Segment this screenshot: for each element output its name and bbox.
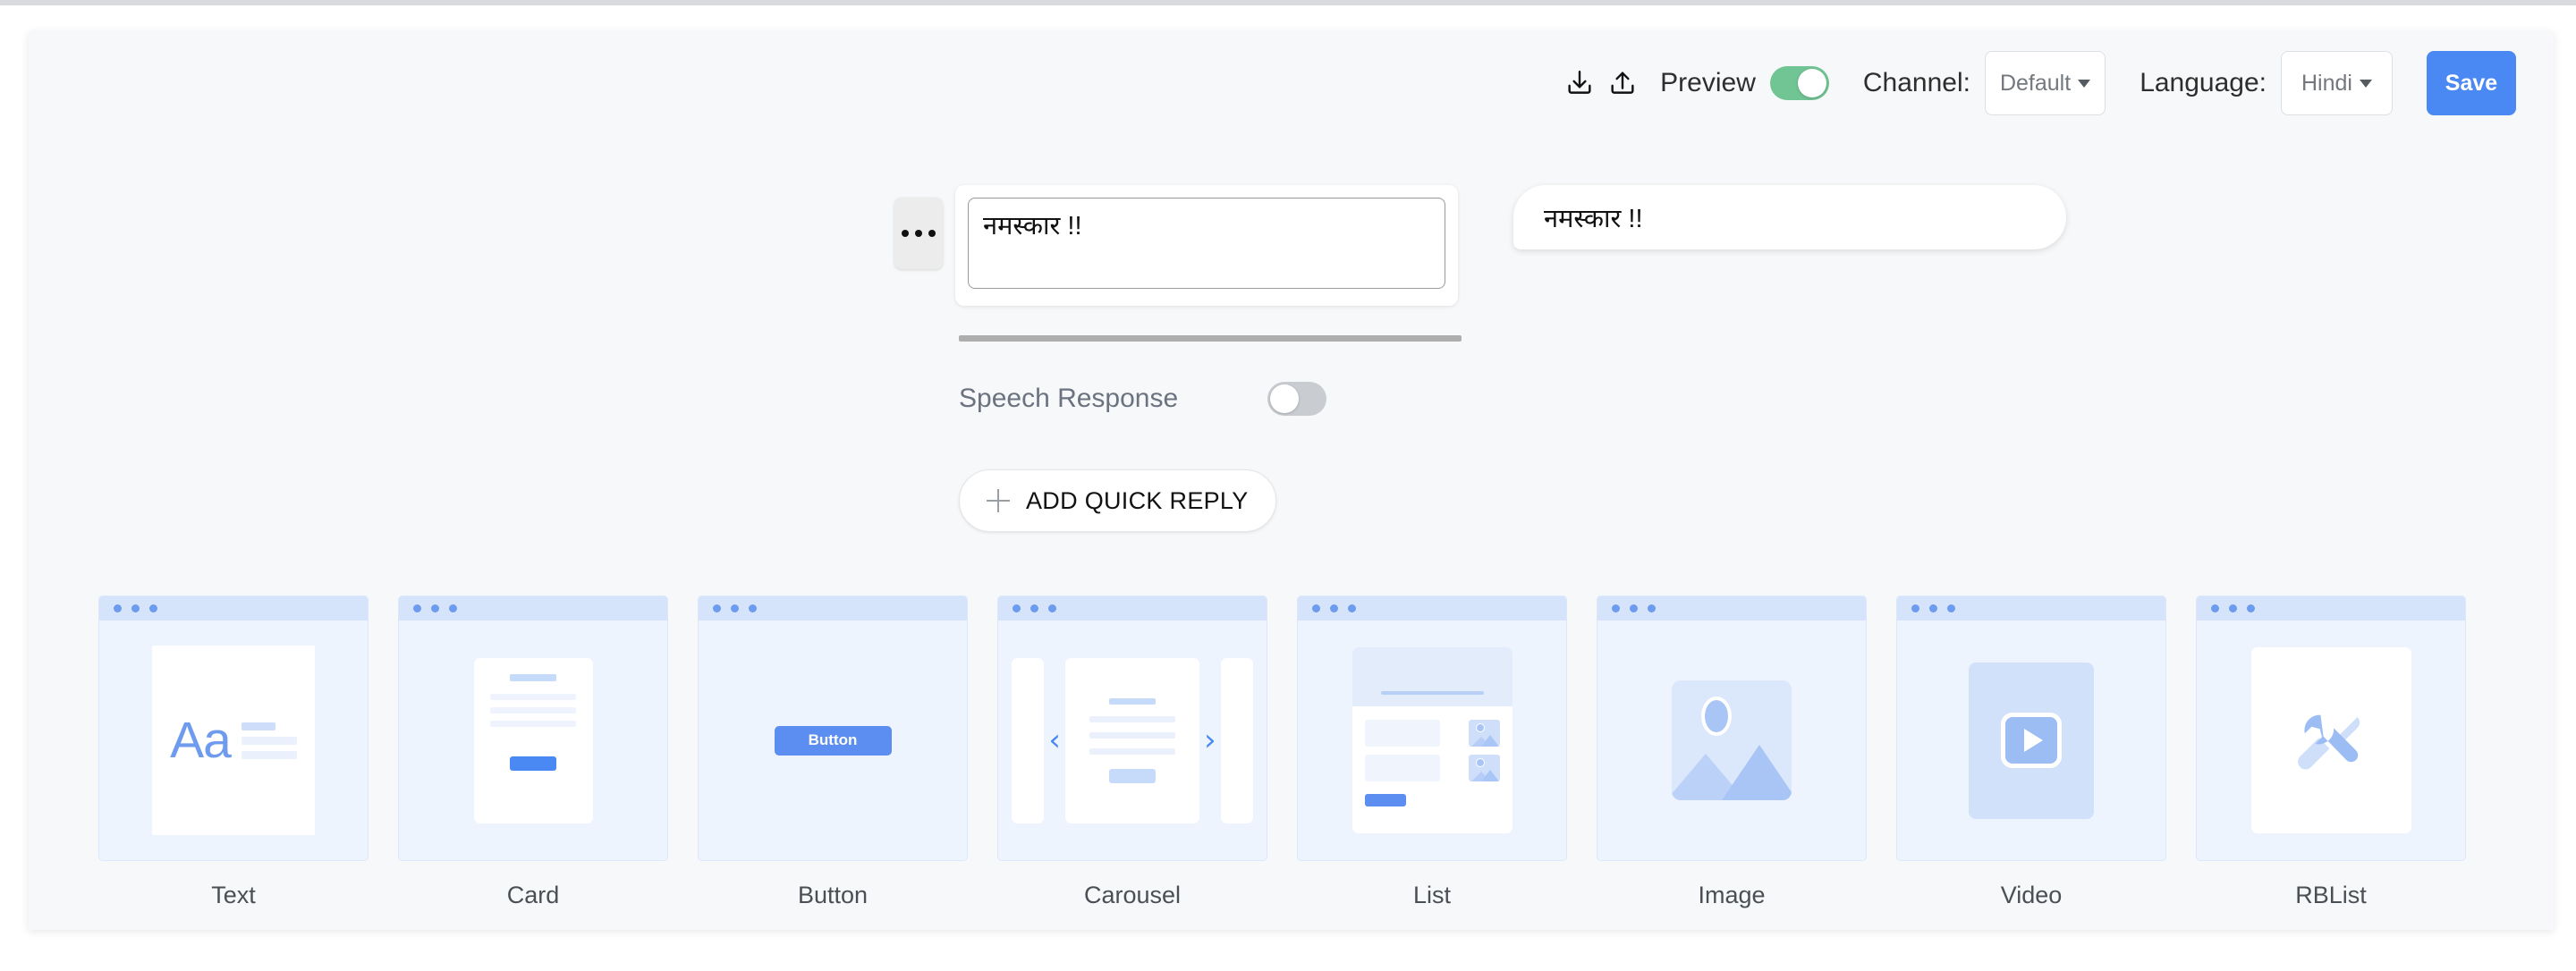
mock-titlebar [1897,596,2165,621]
chevron-left-icon: ‹ [1048,722,1061,758]
tools-icon [2298,714,2360,770]
video-placeholder [1969,662,2094,819]
speech-response-toggle[interactable] [1267,382,1327,416]
message-input[interactable] [968,198,1445,289]
channel-select[interactable]: Default [1984,51,2106,115]
card-mock [398,595,668,861]
gallery-item-label: Card [506,882,560,908]
chevron-down-icon [2359,79,2372,88]
image-placeholder-icon [1468,720,1500,747]
save-button[interactable]: Save [2427,51,2516,115]
carousel-mock: ‹ › [997,595,1267,861]
chevron-down-icon [2078,79,2091,88]
top-strip [0,0,2576,5]
mock-titlebar [1298,596,1566,621]
preview-toggle[interactable] [1769,66,1829,100]
section-divider [959,335,1462,342]
speech-response-label: Speech Response [959,384,1179,413]
preview-message-bubble: नमस्कार !! [1513,185,2066,249]
speech-response-row: Speech Response [959,382,1327,416]
speech-response-toggle-knob [1270,384,1300,413]
gallery-item-list[interactable]: List [1297,595,1567,909]
add-quick-reply-label: ADD QUICK REPLY [1026,486,1249,514]
language-label: Language: [2140,68,2267,97]
gallery-item-carousel[interactable]: ‹ › Carousel [997,595,1267,909]
card-sheet [473,657,593,823]
button-mock: Button [698,595,968,861]
language-select-value: Hindi [2301,70,2352,96]
gallery-item-card[interactable]: Card [398,595,668,909]
chevron-right-icon: › [1204,722,1216,758]
gallery-item-image[interactable]: Image [1597,595,1867,909]
mock-titlebar [399,596,667,621]
rblist-sheet [2250,647,2411,833]
gallery-item-label: List [1412,882,1452,908]
preview-toggle-knob [1797,69,1826,97]
gallery-item-label: Video [2000,882,2063,908]
message-editor-card [955,185,1458,306]
text-sheet: Aa [152,646,315,835]
gallery-item-button[interactable]: Button Button [698,595,968,909]
mock-button: Button [774,725,892,756]
gallery-item-label: Text [211,882,256,908]
channel-label: Channel: [1862,68,1970,97]
play-icon [2001,713,2062,768]
mock-titlebar [99,596,368,621]
video-mock [1896,595,2166,861]
mock-titlebar [1597,596,1866,621]
download-icon[interactable] [1558,62,1601,105]
mock-titlebar [998,596,1267,621]
carousel-slide [1065,657,1199,823]
gallery-item-label: Button [797,882,869,908]
gallery-item-label: Image [1698,882,1766,908]
message-editor [894,185,1458,306]
text-mock: Aa [98,595,369,861]
rblist-mock [2196,595,2466,861]
mock-titlebar [699,596,967,621]
list-mock [1297,595,1567,861]
image-placeholder-icon [1672,680,1792,800]
component-gallery: Aa Text Card Button Button ‹ › Carousel … [98,595,2466,909]
upload-icon[interactable] [1601,62,1644,105]
header-toolbar: Preview Channel: Default Language: Hindi… [1558,51,2516,115]
image-placeholder-icon [1468,755,1500,781]
more-options-icon[interactable] [894,198,943,269]
list-sheet [1352,647,1513,833]
mock-titlebar [2197,596,2465,621]
preview-bubble-text: नमस्कार !! [1544,204,1643,233]
preview-label: Preview [1660,68,1756,97]
image-mock [1597,595,1867,861]
gallery-item-rblist[interactable]: RBList [2196,595,2466,909]
language-select[interactable]: Hindi [2281,51,2393,115]
channel-select-value: Default [1999,70,2072,96]
gallery-item-label: Carousel [1083,882,1182,908]
gallery-item-text[interactable]: Aa Text [98,595,369,909]
typography-icon: Aa [170,711,232,769]
message-builder-panel: Preview Channel: Default Language: Hindi… [29,31,2554,930]
gallery-item-video[interactable]: Video [1896,595,2166,909]
add-quick-reply-button[interactable]: ADD QUICK REPLY [959,469,1276,532]
plus-icon [987,489,1010,512]
gallery-item-label: RBList [2295,882,2367,908]
